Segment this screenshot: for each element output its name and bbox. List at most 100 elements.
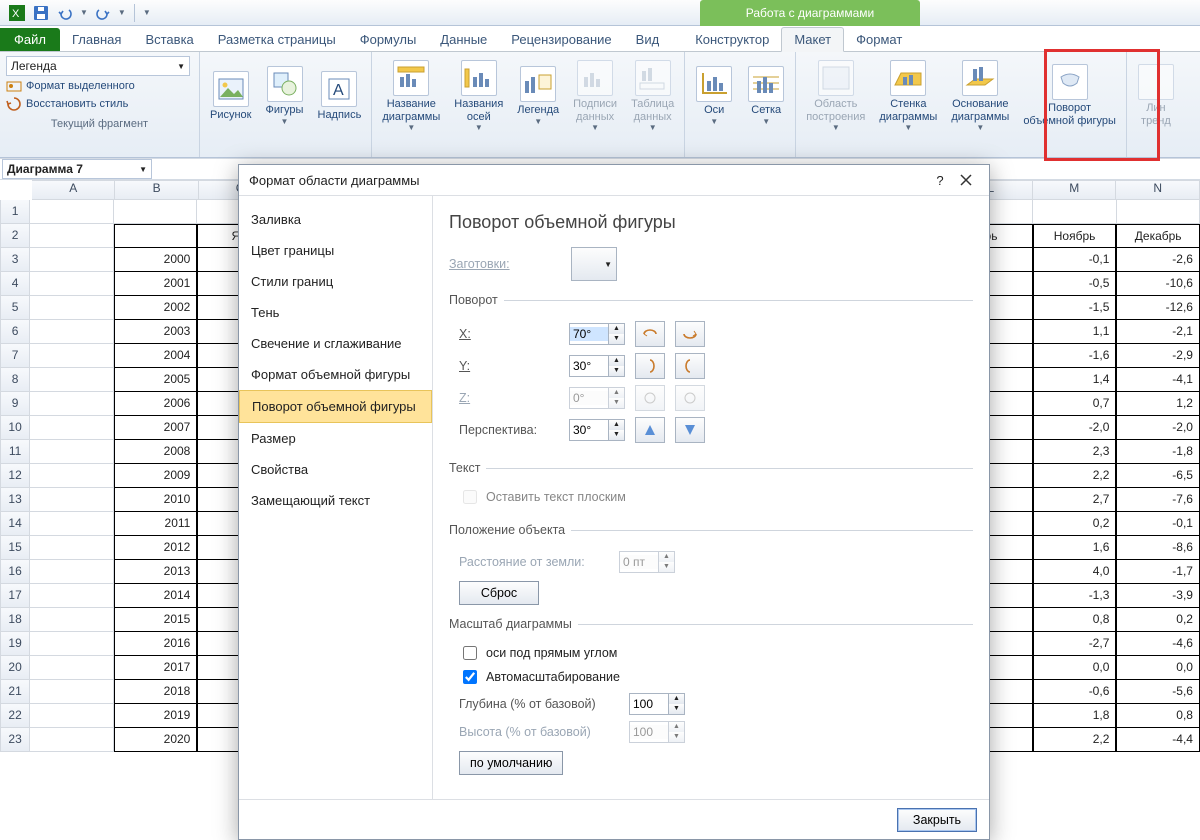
tab-file[interactable]: Файл <box>0 28 60 51</box>
dialog-nav-item[interactable]: Замещающий текст <box>239 485 432 516</box>
cell[interactable] <box>30 656 114 680</box>
row-header[interactable]: 20 <box>0 656 30 680</box>
cell[interactable]: 1,1 <box>1033 320 1117 344</box>
help-button[interactable]: ? <box>927 169 953 191</box>
spin-up-icon[interactable]: ▲ <box>609 324 624 334</box>
cell[interactable]: 2,2 <box>1033 464 1117 488</box>
spin-down-icon[interactable]: ▼ <box>609 334 624 344</box>
undo-icon[interactable] <box>56 4 74 22</box>
spin-down-icon[interactable]: ▼ <box>609 366 624 376</box>
insert-shapes-button[interactable]: Фигуры▼ <box>262 64 308 128</box>
cell[interactable]: 0,0 <box>1116 656 1200 680</box>
cell[interactable]: 2,7 <box>1033 488 1117 512</box>
cell[interactable]: -2,0 <box>1033 416 1117 440</box>
cell[interactable]: 1,8 <box>1033 704 1117 728</box>
cell[interactable] <box>30 200 114 224</box>
insert-textbox-button[interactable]: AНадпись <box>314 69 366 124</box>
cell[interactable]: 2001 <box>114 272 198 296</box>
row-header[interactable]: 4 <box>0 272 30 296</box>
tab-format[interactable]: Формат <box>844 28 914 51</box>
spin-down-icon[interactable]: ▼ <box>669 704 684 714</box>
cell[interactable] <box>30 632 114 656</box>
cell[interactable] <box>1117 200 1200 224</box>
cell[interactable]: 2004 <box>114 344 198 368</box>
dialog-nav-item[interactable]: Формат объемной фигуры <box>239 359 432 390</box>
row-header[interactable]: 5 <box>0 296 30 320</box>
legend-button[interactable]: Легенда▼ <box>513 64 563 128</box>
chart-title-button[interactable]: Название диаграммы▼ <box>378 58 444 134</box>
row-header[interactable]: 17 <box>0 584 30 608</box>
default-button[interactable]: по умолчанию <box>459 751 563 775</box>
cell[interactable] <box>30 296 114 320</box>
rotate-y-up-button[interactable] <box>635 353 665 379</box>
cell[interactable] <box>30 224 114 248</box>
row-header[interactable]: 21 <box>0 680 30 704</box>
tab-design[interactable]: Конструктор <box>683 28 781 51</box>
close-icon[interactable] <box>953 169 979 191</box>
dialog-nav-item[interactable]: Свойства <box>239 454 432 485</box>
tab-view[interactable]: Вид <box>624 28 672 51</box>
cell[interactable]: 0,8 <box>1116 704 1200 728</box>
cell[interactable]: 0,7 <box>1033 392 1117 416</box>
cell[interactable] <box>30 560 114 584</box>
redo-dropdown-icon[interactable]: ▼ <box>118 8 126 17</box>
chart-element-combo[interactable]: Легенда ▼ <box>6 56 190 76</box>
row-header[interactable]: 6 <box>0 320 30 344</box>
row-header[interactable]: 2 <box>0 224 30 248</box>
cell[interactable]: 2016 <box>114 632 198 656</box>
cell[interactable]: -0,1 <box>1116 512 1200 536</box>
tab-insert[interactable]: Вставка <box>133 28 205 51</box>
cell[interactable]: -0,5 <box>1033 272 1117 296</box>
row-header[interactable]: 9 <box>0 392 30 416</box>
cell[interactable] <box>30 584 114 608</box>
axes-button[interactable]: Оси▼ <box>691 64 737 128</box>
chart-floor-button[interactable]: Основание диаграммы▼ <box>947 58 1013 134</box>
cell[interactable]: 2007 <box>114 416 198 440</box>
cell[interactable]: -3,9 <box>1116 584 1200 608</box>
cell[interactable]: -1,6 <box>1033 344 1117 368</box>
tab-home[interactable]: Главная <box>60 28 133 51</box>
cell[interactable] <box>30 704 114 728</box>
perspective-narrow-button[interactable] <box>635 417 665 443</box>
cell[interactable] <box>30 608 114 632</box>
cell[interactable] <box>114 200 198 224</box>
cell[interactable]: 2008 <box>114 440 198 464</box>
cell[interactable] <box>30 368 114 392</box>
rotate-x-right-button[interactable] <box>675 321 705 347</box>
cell[interactable] <box>30 248 114 272</box>
cell[interactable]: -12,6 <box>1116 296 1200 320</box>
cell[interactable]: 2003 <box>114 320 198 344</box>
tab-review[interactable]: Рецензирование <box>499 28 623 51</box>
dialog-nav-item[interactable]: Заливка <box>239 204 432 235</box>
cell[interactable]: 1,4 <box>1033 368 1117 392</box>
cell[interactable]: 2019 <box>114 704 198 728</box>
tab-layout[interactable]: Макет <box>781 27 844 52</box>
row-header[interactable]: 11 <box>0 440 30 464</box>
format-selection-button[interactable]: Формат выделенного <box>6 78 190 94</box>
dialog-nav-item[interactable]: Поворот объемной фигуры <box>239 390 432 423</box>
cell[interactable]: 0,2 <box>1116 608 1200 632</box>
cell[interactable]: 4,0 <box>1033 560 1117 584</box>
cell[interactable]: -1,3 <box>1033 584 1117 608</box>
cell[interactable] <box>30 464 114 488</box>
tab-formulas[interactable]: Формулы <box>348 28 429 51</box>
save-icon[interactable] <box>32 4 50 22</box>
dialog-nav-item[interactable]: Свечение и сглаживание <box>239 328 432 359</box>
cell[interactable]: 2009 <box>114 464 198 488</box>
rotate-x-left-button[interactable] <box>635 321 665 347</box>
cell[interactable]: 0,8 <box>1033 608 1117 632</box>
undo-dropdown-icon[interactable]: ▼ <box>80 8 88 17</box>
cell[interactable]: 2000 <box>114 248 198 272</box>
cell[interactable] <box>30 416 114 440</box>
cell[interactable] <box>30 680 114 704</box>
cell[interactable]: -4,6 <box>1116 632 1200 656</box>
cell[interactable]: 2,2 <box>1033 728 1117 752</box>
cell[interactable]: -0,6 <box>1033 680 1117 704</box>
spin-up-icon[interactable]: ▲ <box>609 420 624 430</box>
column-header[interactable]: A <box>32 180 115 200</box>
row-header[interactable]: 22 <box>0 704 30 728</box>
row-header[interactable]: 8 <box>0 368 30 392</box>
column-header[interactable]: M <box>1033 180 1116 200</box>
perspective-input[interactable]: ▲▼ <box>569 419 625 441</box>
cell[interactable]: -2,9 <box>1116 344 1200 368</box>
